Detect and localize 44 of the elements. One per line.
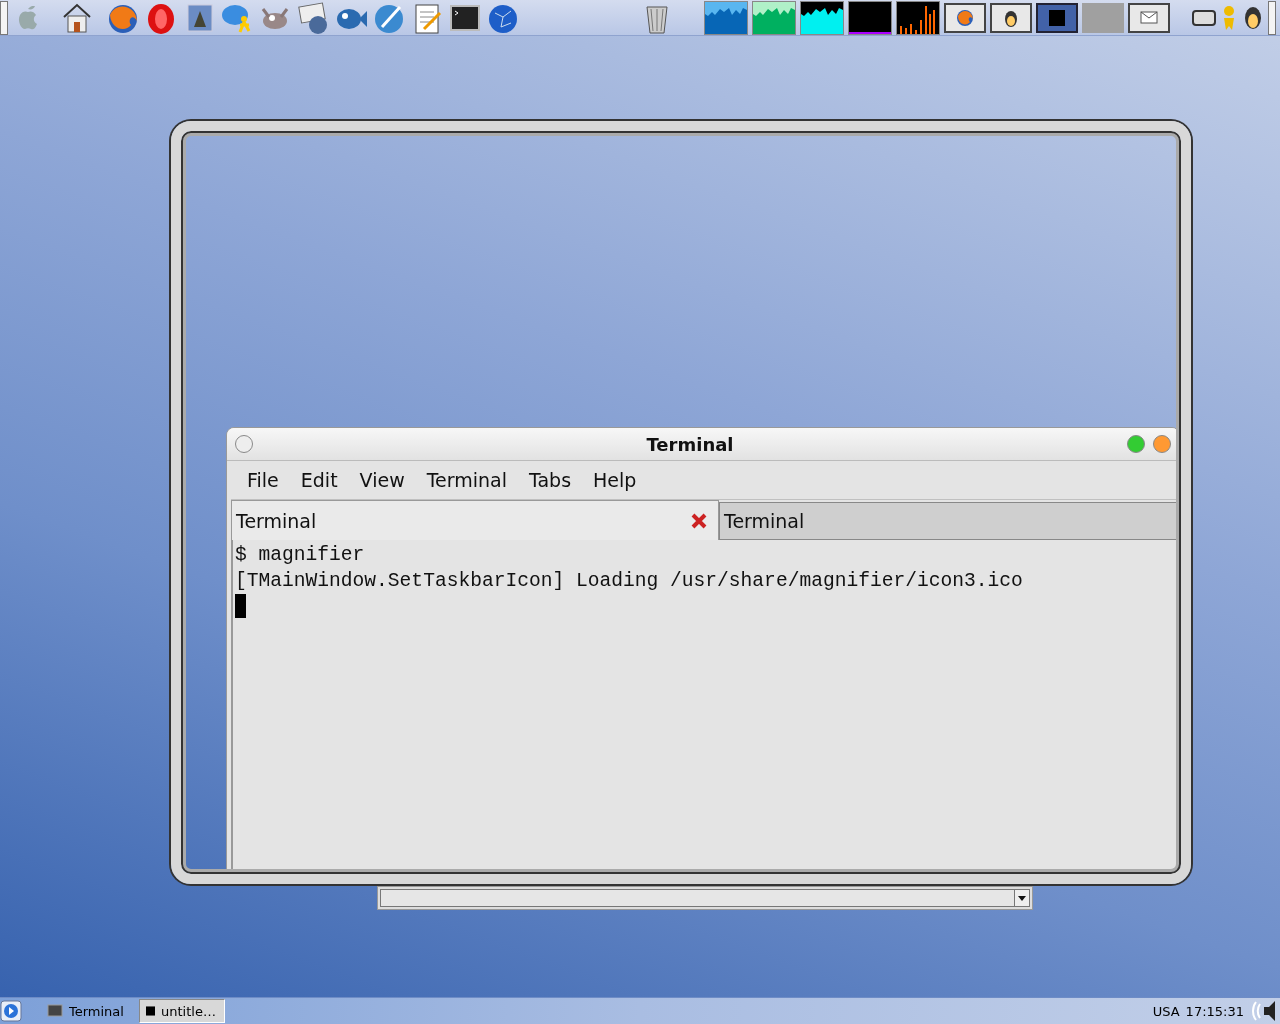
maximize-button[interactable] (1127, 435, 1145, 453)
window-button[interactable] (944, 2, 986, 33)
load-graph-icon (704, 0, 748, 35)
dropdown-arrow-button[interactable] (1014, 890, 1029, 906)
dropdown-field[interactable] (377, 886, 1033, 910)
panel-handle[interactable] (1268, 0, 1276, 35)
start-button-icon[interactable] (0, 1000, 22, 1022)
menu-circle-button[interactable] (235, 435, 253, 453)
minimize-button[interactable] (1153, 435, 1171, 453)
menu-item[interactable]: Tabs (521, 465, 580, 495)
tab-label: Terminal (724, 510, 805, 532)
terminal-tab[interactable]: Terminal (719, 502, 1179, 540)
load-graph-icon (896, 0, 940, 35)
load-graph-icon (848, 0, 892, 35)
load-graph-icon (800, 0, 844, 35)
magnifier-frame[interactable] (171, 121, 1191, 884)
caret-icon (1017, 894, 1027, 902)
window-icon (145, 1003, 156, 1019)
menu-item[interactable]: File (239, 465, 287, 495)
terminal-icon (47, 1004, 63, 1018)
display-icon[interactable] (1192, 7, 1216, 28)
panel-handle[interactable] (0, 0, 8, 35)
menu-item[interactable]: Edit (292, 465, 346, 495)
menu-item[interactable]: Help (585, 465, 645, 495)
close-tab-icon[interactable] (690, 511, 708, 530)
taskbar-button[interactable]: Terminal (28, 999, 133, 1023)
taskbar-button[interactable]: untitle… (138, 999, 225, 1023)
tab-label: Terminal (236, 509, 317, 532)
terminal-output-line: [TMainWindow.SetTaskbarIcon] Loading /usr/share/magnifier/icon3.ico (235, 569, 1023, 594)
window-button[interactable] (1036, 2, 1078, 33)
terminal-tab[interactable]: Terminal (231, 500, 719, 540)
clock: 17:15:31 (1185, 1003, 1244, 1019)
window-button[interactable] (1128, 2, 1170, 33)
square-icon (1047, 7, 1067, 28)
menu-item[interactable]: Terminal (418, 465, 515, 495)
load-graph-icon (752, 0, 796, 35)
menu-item[interactable]: View (351, 465, 413, 495)
globe-icon (955, 7, 975, 28)
penguin-icon[interactable] (1242, 4, 1264, 31)
terminal-output-line: $ magnifier (235, 543, 365, 568)
text-cursor (235, 594, 246, 618)
window-button[interactable] (990, 2, 1032, 33)
keyboard-layout-indicator[interactable]: USA (1152, 1003, 1180, 1019)
window-title: Terminal (645, 433, 735, 455)
